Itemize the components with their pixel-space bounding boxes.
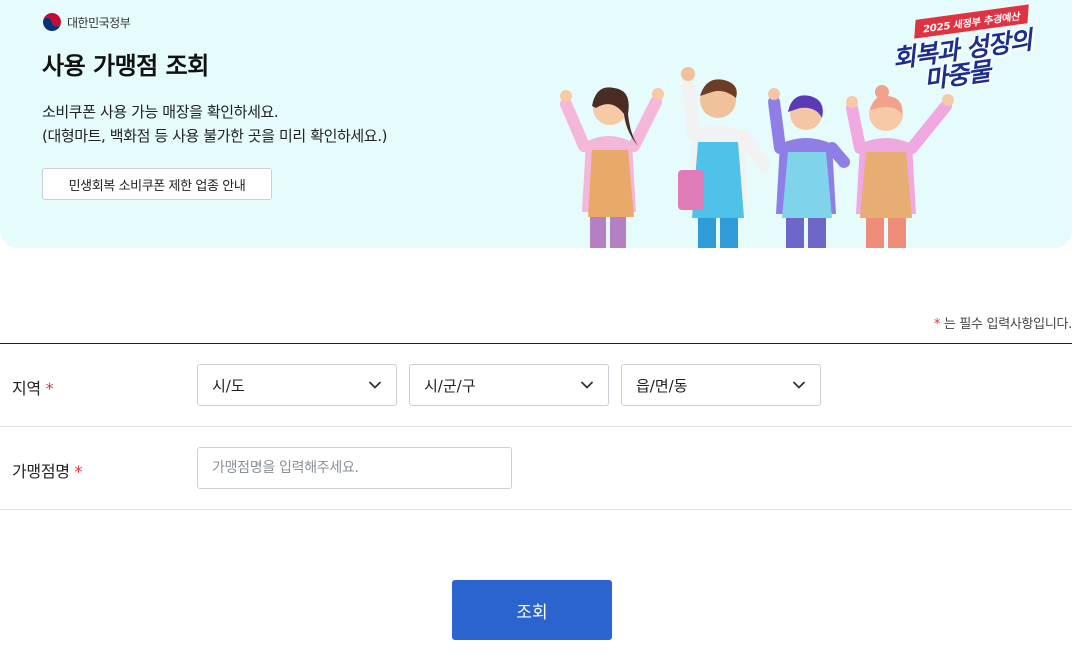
row-divider <box>0 426 1072 427</box>
required-fields-note: * 는 필수 입력사항입니다. <box>934 313 1072 332</box>
search-button[interactable]: 조회 <box>452 580 612 640</box>
sido-select[interactable]: 시/도 <box>197 364 397 406</box>
region-label: 지역 * <box>12 375 54 399</box>
chevron-down-icon <box>369 381 381 389</box>
government-logo: 대한민국정부 <box>42 12 131 32</box>
page-title: 사용 가맹점 조회 <box>42 52 209 80</box>
banner-description: 소비쿠폰 사용 가능 매장을 확인하세요. (대형마트, 백화점 등 사용 불가… <box>42 100 387 148</box>
store-name-label-text: 가맹점명 <box>12 462 70 481</box>
sigungu-select[interactable]: 시/군/구 <box>409 364 609 406</box>
store-name-label: 가맹점명 * <box>12 458 82 482</box>
required-note-text: 는 필수 입력사항입니다. <box>940 317 1072 332</box>
sigungu-select-value: 시/군/구 <box>424 376 476 395</box>
taegeuk-emblem-icon <box>42 12 62 32</box>
eupmyeondong-select[interactable]: 읍/면/동 <box>621 364 821 406</box>
campaign-logo: 2025 새정부 추경예산 회복과 성장의 마중물 <box>886 4 1056 94</box>
campaign-slogan-line-2: 마중물 <box>922 56 992 95</box>
form-top-divider <box>0 343 1072 344</box>
eupmyeondong-select-value: 읍/면/동 <box>636 376 688 395</box>
description-line-2: (대형마트, 백화점 등 사용 불가한 곳을 미리 확인하세요.) <box>42 127 388 145</box>
store-name-input[interactable] <box>197 447 512 489</box>
chevron-down-icon <box>793 381 805 389</box>
region-label-text: 지역 <box>12 379 41 398</box>
description-line-1: 소비쿠폰 사용 가능 매장을 확인하세요. <box>42 103 279 121</box>
merchant-figure-2 <box>678 67 771 248</box>
chevron-down-icon <box>581 381 593 389</box>
government-name: 대한민국정부 <box>67 15 131 30</box>
merchant-figure-3 <box>768 88 850 248</box>
merchant-figure-4 <box>846 85 954 248</box>
merchant-figure-1 <box>560 87 664 248</box>
hero-banner: 대한민국정부 사용 가맹점 조회 소비쿠폰 사용 가능 매장을 확인하세요. (… <box>0 0 1072 248</box>
row-divider <box>0 509 1072 510</box>
restricted-business-info-button[interactable]: 민생회복 소비쿠폰 제한 업종 안내 <box>42 168 272 200</box>
store-name-required-star: * <box>74 462 83 481</box>
region-required-star: * <box>45 379 54 398</box>
sido-select-value: 시/도 <box>212 376 245 395</box>
